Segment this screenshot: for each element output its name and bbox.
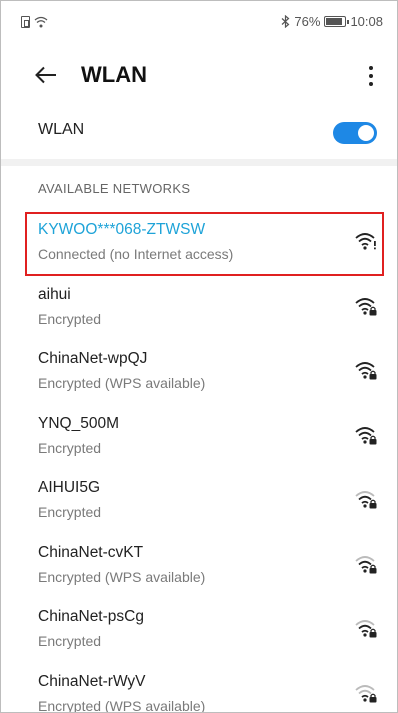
back-button[interactable] [31, 61, 61, 89]
wifi-lock-icon [355, 620, 377, 638]
network-item[interactable]: ChinaNet-wpQJ Encrypted (WPS available) [1, 338, 397, 403]
network-name: ChinaNet-rWyV [38, 672, 146, 690]
network-item[interactable]: YNQ_500M Encrypted [1, 403, 397, 468]
more-options-button[interactable] [361, 61, 381, 91]
network-item[interactable]: ChinaNet-cvKT Encrypted (WPS available) [1, 532, 397, 597]
wifi-lock-icon [355, 555, 377, 573]
more-dot-icon [369, 66, 373, 70]
battery-percent: 76% [294, 14, 321, 29]
network-item[interactable]: aihui Encrypted [1, 274, 397, 339]
network-list: KYWOO***068-ZTWSW Connected (no Internet… [1, 209, 397, 713]
network-name: aihui [38, 285, 71, 303]
network-status: Encrypted [38, 633, 102, 649]
network-name: YNQ_500M [38, 414, 119, 432]
wifi-lock-icon [355, 362, 377, 380]
clock: 10:08 [350, 14, 383, 29]
wifi-lock-icon [355, 491, 377, 509]
network-item[interactable]: KYWOO***068-ZTWSW Connected (no Internet… [1, 209, 397, 274]
phone-screen: 76% 10:08 WLAN WLAN AVAILABLE NETWORKS K… [0, 0, 398, 713]
available-networks-header: AVAILABLE NETWORKS [38, 181, 191, 196]
network-name: ChinaNet-wpQJ [38, 350, 148, 367]
status-left [21, 16, 48, 28]
network-status: Encrypted (WPS available) [38, 697, 206, 713]
battery-icon [324, 16, 350, 27]
wifi-lock-icon [355, 297, 377, 315]
network-status: Connected (no Internet access) [38, 246, 234, 262]
network-name: KYWOO***068-ZTWSW [38, 221, 206, 238]
network-name: ChinaNet-cvKT [38, 543, 144, 561]
network-status: Encrypted (WPS available) [38, 375, 206, 391]
wifi-status-icon [34, 16, 48, 28]
wlan-label: WLAN [38, 121, 85, 138]
sim-icon [21, 16, 30, 28]
status-right: 76% 10:08 [281, 14, 383, 29]
bluetooth-icon [282, 15, 290, 28]
status-bar: 76% 10:08 [1, 1, 397, 45]
network-item[interactable]: ChinaNet-rWyV Encrypted (WPS available) [1, 661, 397, 713]
section-divider [1, 159, 397, 166]
more-dot-icon [369, 74, 373, 78]
network-name: ChinaNet-psCg [38, 608, 144, 625]
network-name: AIHUI5G [38, 479, 101, 496]
network-status: Encrypted [38, 439, 102, 456]
wifi-no-internet-icon [355, 233, 376, 250]
page-title: WLAN [81, 62, 147, 87]
network-status: Encrypted [38, 310, 102, 327]
network-status: Encrypted (WPS available) [38, 568, 206, 585]
network-status: Encrypted [38, 504, 102, 520]
wifi-lock-icon [355, 684, 377, 702]
network-item[interactable]: ChinaNet-psCg Encrypted [1, 596, 397, 661]
title-bar: WLAN [1, 51, 397, 99]
wlan-toggle-switch[interactable] [333, 122, 377, 144]
wlan-toggle-row[interactable]: WLAN [1, 109, 397, 153]
arrow-left-icon [35, 66, 56, 84]
more-dot-icon [369, 82, 373, 86]
wifi-lock-icon [355, 426, 377, 444]
network-item[interactable]: AIHUI5G Encrypted [1, 467, 397, 532]
